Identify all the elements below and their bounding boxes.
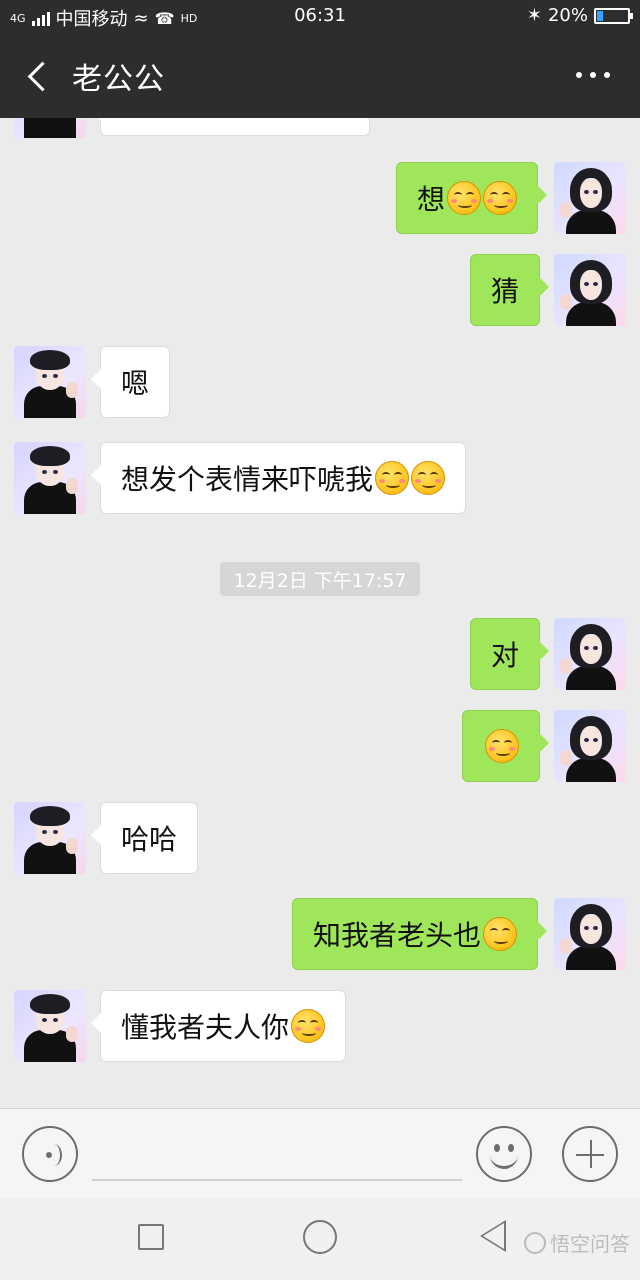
contact-avatar[interactable]	[14, 990, 86, 1062]
self-avatar[interactable]	[554, 254, 626, 326]
blush-emoji-icon	[485, 729, 519, 763]
watermark: 悟空问答	[524, 1228, 630, 1257]
message-text: 想	[417, 183, 446, 216]
chat-header: 老公公	[0, 34, 640, 118]
message-text: 猜	[491, 275, 520, 308]
blush-emoji-icon	[375, 461, 410, 495]
contact-avatar[interactable]	[14, 118, 86, 138]
contact-avatar[interactable]	[14, 802, 86, 874]
message-bubble-partial[interactable]	[91, 118, 370, 136]
blush-emoji-icon	[291, 1009, 326, 1043]
self-avatar[interactable]	[554, 162, 626, 234]
battery-icon	[594, 7, 633, 24]
status-bar: 4G 中国移动 ≈ ☎ HD 06:31 ✶ 20%	[0, 0, 640, 34]
message-text: 知我者老头也	[313, 919, 482, 952]
self-avatar[interactable]	[554, 618, 626, 690]
message-bubble-incoming[interactable]: 想发个表情来吓唬我	[90, 442, 467, 514]
self-avatar[interactable]	[554, 898, 626, 970]
chat-title: 老公公	[72, 62, 165, 97]
message-text: 想发个表情来吓唬我	[121, 463, 374, 496]
message-text: 懂我者夫人你	[121, 1011, 290, 1044]
input-bar	[0, 1108, 640, 1198]
voice-icon[interactable]	[22, 1126, 78, 1182]
message-bubble-incoming[interactable]: 哈哈	[90, 802, 199, 874]
blush-emoji-icon	[483, 181, 518, 215]
message-list[interactable]: 想 猜 嗯 想发个表情来吓唬我 12月2日 下午17:57 对 哈哈 知我者老头…	[0, 118, 640, 1108]
message-text: 对	[491, 639, 520, 672]
message-bubble-outgoing[interactable]	[462, 710, 549, 782]
chevron-left-icon[interactable]	[24, 60, 54, 94]
message-input[interactable]	[92, 1179, 462, 1181]
plus-icon[interactable]	[562, 1126, 618, 1182]
message-bubble-incoming[interactable]: 嗯	[90, 346, 171, 418]
blush-emoji-icon	[411, 461, 446, 495]
self-avatar[interactable]	[554, 710, 626, 782]
message-bubble-outgoing[interactable]: 对	[470, 618, 550, 690]
home-icon[interactable]	[303, 1220, 337, 1254]
bluetooth-icon: ✶	[526, 5, 542, 26]
watermark-text: 悟空问答	[550, 1232, 630, 1256]
smirk-emoji-icon	[483, 917, 518, 951]
message-bubble-outgoing[interactable]: 想	[396, 162, 548, 234]
message-bubble-outgoing[interactable]: 知我者老头也	[292, 898, 548, 970]
battery-percent: 20%	[547, 5, 588, 26]
message-text: 哈哈	[121, 823, 178, 856]
battery-fill	[597, 10, 603, 21]
message-bubble-incoming[interactable]: 懂我者夫人你	[90, 990, 347, 1062]
back-triangle-icon[interactable]	[480, 1220, 506, 1252]
message-timestamp: 12月2日 下午17:57	[220, 562, 420, 596]
message-text: 嗯	[121, 367, 150, 400]
emoji-icon[interactable]	[476, 1126, 532, 1182]
contact-avatar[interactable]	[14, 346, 86, 418]
contact-avatar[interactable]	[14, 442, 86, 514]
watermark-logo-icon	[524, 1231, 546, 1254]
blush-emoji-icon	[447, 181, 482, 215]
message-bubble-outgoing[interactable]: 猜	[470, 254, 550, 326]
recents-icon[interactable]	[138, 1224, 164, 1250]
more-dots-icon[interactable]	[576, 72, 610, 78]
system-nav-bar: 悟空问答	[0, 1198, 640, 1280]
